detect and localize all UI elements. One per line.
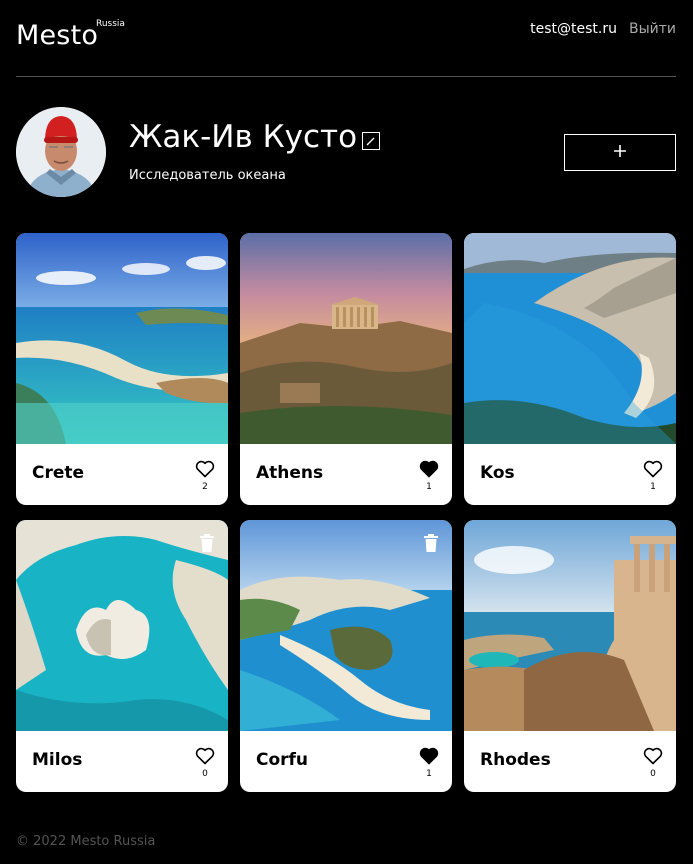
card-photo-milos[interactable] (16, 520, 228, 731)
like-button[interactable] (195, 747, 215, 767)
like-count: 2 (202, 482, 208, 492)
heart-icon (643, 747, 663, 769)
card-kos: Kos 1 (464, 233, 676, 505)
user-email: test@test.ru (530, 21, 617, 37)
pencil-icon (363, 137, 379, 152)
like-count: 1 (426, 769, 432, 779)
logo-superscript: Russia (96, 19, 125, 29)
card-photo-kos[interactable] (464, 233, 676, 444)
trash-icon (199, 534, 215, 556)
card-milos: Milos 0 (16, 520, 228, 792)
trash-icon (423, 534, 439, 556)
header: Mesto Russia test@test.ru Выйти (16, 0, 676, 77)
card-rhodes: Rhodes 0 (464, 520, 676, 792)
like-count: 1 (650, 482, 656, 492)
profile: Жак-Ив Кусто Исследователь океана (16, 107, 676, 197)
like-button[interactable] (195, 460, 215, 480)
card-title: Milos (32, 750, 83, 770)
plus-icon (613, 145, 627, 161)
logout-button[interactable]: Выйти (629, 21, 676, 37)
delete-button[interactable] (423, 534, 439, 552)
card-title: Crete (32, 463, 85, 483)
heart-icon (643, 460, 663, 482)
card-photo-crete[interactable] (16, 233, 228, 444)
like-button[interactable] (643, 747, 663, 767)
card-photo-corfu[interactable] (240, 520, 452, 731)
like-button[interactable] (419, 460, 439, 480)
logo[interactable]: Mesto (16, 20, 98, 51)
like-count: 1 (426, 482, 432, 492)
edit-profile-button[interactable] (362, 132, 380, 150)
card-crete: Crete 2 (16, 233, 228, 505)
avatar[interactable] (16, 107, 106, 197)
like-button[interactable] (643, 460, 663, 480)
card-photo-athens[interactable] (240, 233, 452, 444)
heart-icon (195, 747, 215, 769)
card-corfu: Corfu 1 (240, 520, 452, 792)
profile-about: Исследователь океана (129, 168, 286, 183)
heart-icon (419, 747, 439, 769)
heart-icon (195, 460, 215, 482)
card-title: Corfu (256, 750, 309, 770)
profile-name: Жак-Ив Кусто (129, 119, 358, 155)
card-title: Athens (256, 463, 324, 483)
card-athens: Athens 1 (240, 233, 452, 505)
card-title: Kos (480, 463, 515, 483)
delete-button[interactable] (199, 534, 215, 552)
like-button[interactable] (419, 747, 439, 767)
add-card-button[interactable] (564, 134, 676, 171)
heart-icon (419, 460, 439, 482)
like-count: 0 (650, 769, 656, 779)
card-photo-rhodes[interactable] (464, 520, 676, 731)
like-count: 0 (202, 769, 208, 779)
footer-copyright: © 2022 Mesto Russia (16, 834, 156, 849)
card-title: Rhodes (480, 750, 551, 770)
